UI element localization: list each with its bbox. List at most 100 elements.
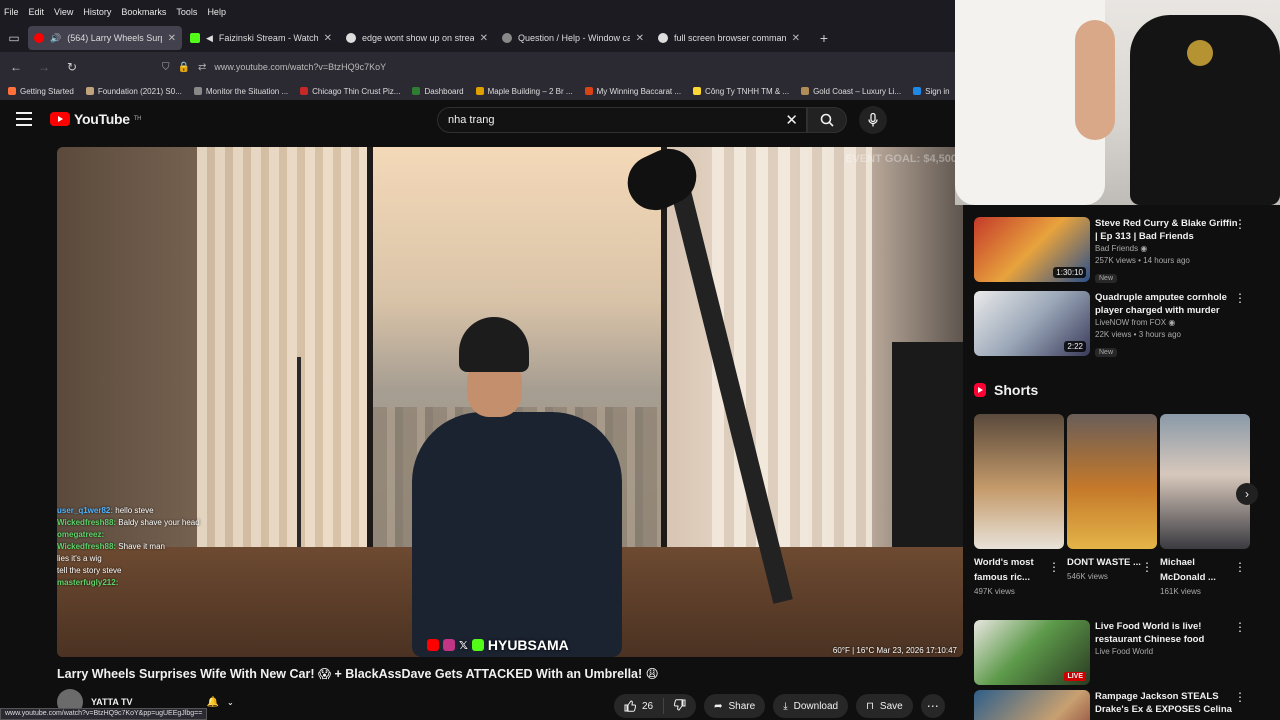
video-player[interactable]: EVENT GOAL: $4,500 user_q1wer82: hello s… [57,147,963,657]
chevron-right-icon[interactable]: › [1236,483,1258,505]
recommended-video[interactable]: 2:22 Quadruple amputee cornhole player c… [974,291,1264,361]
chat-message: omegatreez: [57,530,105,539]
recommended-video[interactable]: 1:30:10 Steve Red Curry & Blake Griffin … [974,217,1264,287]
short-title[interactable]: DONT WASTE ... [1067,555,1145,570]
menu-icon[interactable] [16,112,32,126]
video-thumbnail[interactable]: 1:30:10 [974,217,1090,282]
menu-bookmarks[interactable]: Bookmarks [121,7,166,17]
shield-icon[interactable]: ⛉ [162,62,170,73]
video-thumbnail[interactable]: 2:22 [974,291,1090,356]
reload-icon[interactable]: ↻ [60,55,84,79]
bookmark-item[interactable]: Công Ty TNHH TM & ... [693,87,789,96]
menu-help[interactable]: Help [207,7,226,17]
muted-icon[interactable]: ◀ [206,33,213,44]
more-options-icon[interactable]: ⋮ [1234,560,1246,574]
tab-close-icon[interactable]: ✕ [324,33,332,44]
more-options-icon[interactable]: ⋮ [1234,690,1246,704]
menu-file[interactable]: File [4,7,19,17]
menu-edit[interactable]: Edit [29,7,45,17]
download-button[interactable]: ⤓ Download [773,694,849,718]
tab-close-icon[interactable]: ✕ [480,33,488,44]
short-title[interactable]: World's most famous ric... [974,555,1052,585]
bookmark-item[interactable]: Dashboard [412,87,464,96]
save-button[interactable]: ⊓ Save [856,694,913,718]
tab-label: (564) Larry Wheels Surprise [67,33,161,43]
bookmark-item[interactable]: Sign in [913,87,950,96]
kick-icon [471,639,484,651]
bookmark-item[interactable]: Maple Building – 2 Br ... [475,87,573,96]
tab-kick[interactable]: ◀ Faizinski Stream - Watch Liv ✕ [184,26,338,50]
tab-close-icon[interactable]: ✕ [168,33,176,44]
tab-close-icon[interactable]: ✕ [636,33,644,44]
dislike-button[interactable] [664,698,696,714]
share-button[interactable]: ➦ Share [704,694,766,718]
more-options-icon[interactable]: ⋮ [1234,620,1246,634]
more-options-icon[interactable]: ⋮ [1141,560,1153,574]
video-title[interactable]: Live Food World is live! restaurant Chin… [1095,620,1240,646]
more-options-icon[interactable]: ⋮ [1234,217,1246,231]
search-button[interactable] [807,107,847,133]
share-icon: ➦ [714,700,723,712]
chevron-down-icon[interactable]: ⌄ [227,698,234,707]
url-text[interactable]: www.youtube.com/watch?v=BtzHQ9c7KoY [214,62,386,72]
voice-search-button[interactable] [859,106,887,134]
clear-icon[interactable]: ✕ [785,111,798,129]
video-title[interactable]: Quadruple amputee cornhole player charge… [1095,291,1240,317]
google-favicon-icon [346,33,356,43]
audio-playing-icon[interactable]: 🔊 [50,33,61,44]
short-item[interactable]: DONT WASTE ... 546K views ⋮ [1067,414,1157,581]
forward-arrow-icon[interactable]: → [32,55,56,79]
menu-history[interactable]: History [83,7,111,17]
video-scene-person [412,317,622,657]
short-thumbnail[interactable] [1160,414,1250,549]
bookmark-item[interactable]: Getting Started [8,87,74,96]
more-options-icon[interactable]: ⋮ [1234,291,1246,305]
short-thumbnail[interactable] [1067,414,1157,549]
x-icon: 𝕏 [459,639,468,652]
youtube-logo[interactable]: YouTube TH [50,111,141,127]
tab-youtube[interactable]: 🔊 (564) Larry Wheels Surprise ✕ [28,26,182,50]
bell-icon[interactable]: 🔔 [207,697,219,708]
lock-icon[interactable]: 🔒 [178,62,190,73]
bookmark-favicon-icon [801,87,810,95]
menu-view[interactable]: View [54,7,73,17]
chat-message: masterfugly212: [57,578,119,587]
bookmark-item[interactable]: Gold Coast – Luxury Li... [801,87,901,96]
menu-tools[interactable]: Tools [176,7,197,17]
youtube-favicon-icon [34,33,44,43]
bookmark-item[interactable]: Chicago Thin Crust Piz... [300,87,400,96]
short-thumbnail[interactable] [974,414,1064,549]
address-bar[interactable]: ⛉ 🔒 ⇄ www.youtube.com/watch?v=BtzHQ9c7Ko… [162,55,960,79]
permissions-icon[interactable]: ⇄ [198,62,206,73]
tab-label: full screen browser command - [674,33,786,43]
video-info: Quadruple amputee cornhole player charge… [1095,291,1240,359]
short-item[interactable]: Michael McDonald ... 161K views ⋮ [1160,414,1250,596]
video-thumbnail[interactable]: LIVE [974,620,1090,685]
new-tab-button[interactable]: + [814,30,834,46]
like-count: 26 [642,700,654,712]
back-arrow-icon[interactable]: ← [4,55,28,79]
tab-edge-question[interactable]: edge wont show up on streamli ✕ [340,26,494,50]
search-input[interactable]: nha trang ✕ [437,107,807,133]
short-title[interactable]: Michael McDonald ... [1160,555,1238,585]
recommended-video[interactable]: LIVE Live Food World is live! restaurant… [974,620,1264,686]
bookmark-item[interactable]: Foundation (2021) S0... [85,87,182,96]
more-options-icon[interactable]: ⋮ [1048,560,1060,574]
video-title[interactable]: Steve Red Curry & Blake Griffin | Ep 313… [1095,217,1240,243]
search-query[interactable]: nha trang [448,114,494,126]
channel-name[interactable]: YATTA TV [91,697,133,707]
video-info: Live Food World is live! restaurant Chin… [1095,620,1240,658]
like-button[interactable]: 26 [614,698,665,714]
recommended-video[interactable]: Rampage Jackson STEALS Drake's Ex & EXPO… [974,690,1264,720]
video-thumbnail[interactable] [974,690,1090,720]
tab-list-icon[interactable]: ▭ [0,24,28,52]
tab-close-icon[interactable]: ✕ [792,33,800,44]
short-item[interactable]: World's most famous ric... 497K views ⋮ [974,414,1064,596]
more-actions-icon[interactable]: ⋯ [920,694,945,718]
tab-fullscreen[interactable]: full screen browser command - ✕ [652,26,806,50]
tab-window-capture[interactable]: Question / Help - Window capt ✕ [496,26,650,50]
bookmark-item[interactable]: Monitor the Situation ... [193,87,288,96]
bookmark-item[interactable]: My Winning Baccarat ... [584,87,681,96]
video-title[interactable]: Rampage Jackson STEALS Drake's Ex & EXPO… [1095,690,1240,720]
channel-name: Live Food World [1095,647,1154,656]
